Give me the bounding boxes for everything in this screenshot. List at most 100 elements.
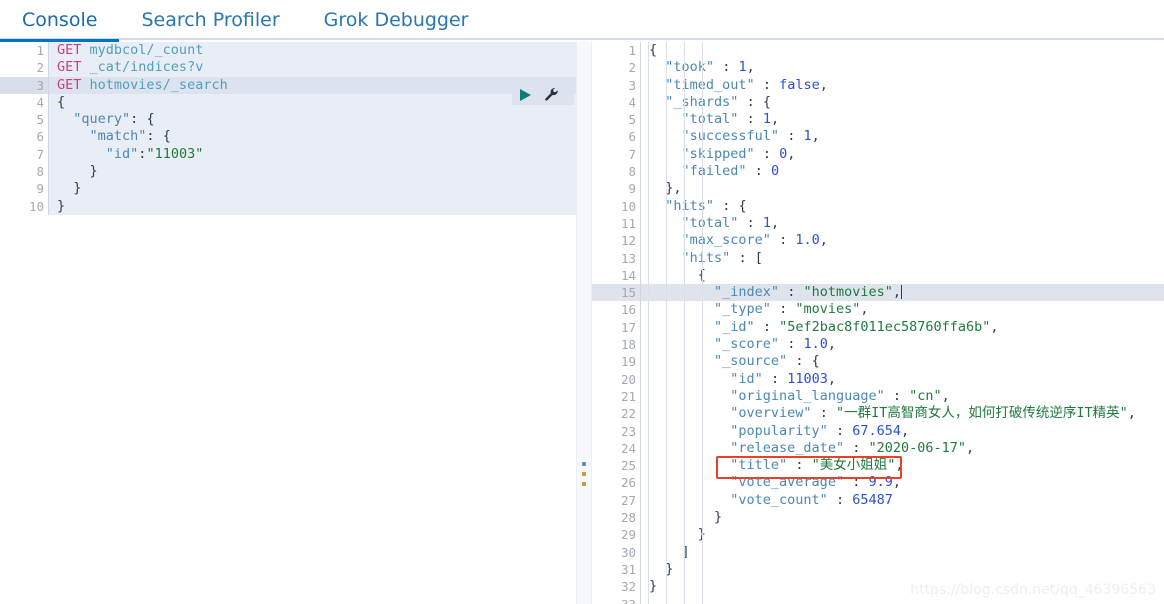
code-line[interactable]: 26 "vote_average" : 9.9,: [592, 474, 1164, 492]
code-line[interactable]: 7 "id":"11003": [0, 145, 576, 164]
code-line[interactable]: 4{: [0, 93, 576, 112]
code-text[interactable]: },: [640, 180, 1164, 198]
code-line[interactable]: 16 "_type" : "movies",: [592, 301, 1164, 319]
code-line[interactable]: 29 }: [592, 526, 1164, 544]
response-pane[interactable]: 1{2 "took" : 1,3 "timed_out" : false,4 "…: [592, 42, 1164, 604]
code-text[interactable]: "id":"11003": [48, 145, 576, 164]
code-text[interactable]: "_id" : "5ef2bac8f011ec58760ffa6b",: [640, 318, 1164, 337]
code-line[interactable]: 4 "_shards" : {: [592, 93, 1164, 112]
code-text[interactable]: "hits" : [: [640, 249, 1164, 267]
code-line[interactable]: 22 "overview" : "一群IT高智商女人，如何打破传统逆序IT精英"…: [592, 405, 1164, 423]
code-text[interactable]: }: [48, 163, 576, 181]
code-text[interactable]: GET mydbcol/_count: [48, 42, 576, 60]
code-line[interactable]: 1{: [592, 42, 1164, 60]
code-line[interactable]: 9 }: [0, 180, 576, 198]
code-text[interactable]: "query": {: [48, 111, 576, 129]
code-text[interactable]: ]: [640, 543, 1164, 561]
code-line[interactable]: 7 "skipped" : 0,: [592, 145, 1164, 164]
code-line[interactable]: 12 "max_score" : 1.0,: [592, 232, 1164, 250]
code-line[interactable]: 25 "title" : "美女小姐姐",: [592, 457, 1164, 475]
pane-splitter[interactable]: [576, 42, 592, 604]
code-line[interactable]: 6 "successful" : 1,: [592, 128, 1164, 146]
code-text[interactable]: }: [48, 197, 576, 215]
line-number: 16: [620, 302, 636, 318]
code-text[interactable]: "overview" : "一群IT高智商女人，如何打破传统逆序IT精英",: [640, 405, 1164, 423]
code-text[interactable]: "successful" : 1,: [640, 128, 1164, 146]
code-text[interactable]: }: [48, 180, 576, 198]
request-editor[interactable]: 1 GET mydbcol/_count 2 GET _cat/indices?v 3 G…: [0, 42, 576, 604]
code-text[interactable]: "vote_count" : 65487: [640, 491, 1164, 510]
code-text[interactable]: }: [640, 526, 1164, 544]
code-line[interactable]: 2 GET _cat/indices?v: [0, 59, 576, 77]
response-editor[interactable]: 1{2 "took" : 1,3 "timed_out" : false,4 "…: [592, 42, 1164, 604]
line-number: 8: [36, 164, 62, 180]
code-line[interactable]: 2 "took" : 1,: [592, 59, 1164, 77]
code-line[interactable]: 10 "hits" : {: [592, 197, 1164, 215]
code-line[interactable]: 13 "hits" : [: [592, 249, 1164, 267]
line-number: 6: [36, 129, 62, 145]
code-text[interactable]: "match": {: [48, 128, 576, 146]
code-text[interactable]: }: [640, 509, 1164, 527]
code-line[interactable]: 8 }: [0, 163, 576, 181]
code-text[interactable]: {: [48, 93, 576, 112]
code-text[interactable]: "_source" : {: [640, 353, 1164, 371]
code-line[interactable]: 20 "id" : 11003,: [592, 370, 1164, 388]
code-line[interactable]: 24 "release_date" : "2020-06-17",: [592, 439, 1164, 458]
code-text[interactable]: "id" : 11003,: [640, 370, 1164, 388]
code-line[interactable]: 11 "total" : 1,: [592, 214, 1164, 233]
code-line[interactable]: 6 "match": {: [0, 128, 576, 146]
wrench-icon[interactable]: [544, 87, 559, 102]
code-text[interactable]: "original_language" : "cn",: [640, 387, 1164, 406]
code-text[interactable]: "_shards" : {: [640, 93, 1164, 112]
code-text[interactable]: "_score" : 1.0,: [640, 336, 1164, 354]
splitter-drag-handle[interactable]: [581, 462, 587, 486]
code-line[interactable]: 15 "_index" : "hotmovies",: [592, 284, 1164, 302]
code-line[interactable]: 8 "failed" : 0: [592, 163, 1164, 181]
code-line[interactable]: 21 "original_language" : "cn",: [592, 387, 1164, 406]
indent-guide: [684, 42, 685, 604]
code-line[interactable]: 5 "total" : 1,: [592, 111, 1164, 129]
code-line[interactable]: 1 GET mydbcol/_count: [0, 42, 576, 60]
line-number: 9: [628, 181, 654, 197]
code-text[interactable]: "total" : 1,: [640, 214, 1164, 233]
tab-grok-debugger[interactable]: Grok Debugger: [302, 0, 491, 40]
line-number: 21: [620, 388, 636, 404]
code-text[interactable]: GET _cat/indices?v: [48, 59, 576, 77]
code-line[interactable]: 19 "_source" : {: [592, 353, 1164, 371]
code-line[interactable]: 30 ]: [592, 543, 1164, 561]
tab-console[interactable]: Console: [0, 0, 120, 42]
code-text[interactable]: "release_date" : "2020-06-17",: [640, 439, 1164, 458]
code-text[interactable]: GET hotmovies/_search: [48, 76, 576, 94]
tab-search-profiler[interactable]: Search Profiler: [119, 0, 301, 40]
code-text[interactable]: "total" : 1,: [640, 111, 1164, 129]
code-line[interactable]: 3 "timed_out" : false,: [592, 76, 1164, 94]
code-text[interactable]: {: [640, 266, 1164, 285]
code-text[interactable]: "vote_average" : 9.9,: [640, 474, 1164, 492]
code-line[interactable]: 17 "_id" : "5ef2bac8f011ec58760ffa6b",: [592, 318, 1164, 337]
code-line[interactable]: 28 }: [592, 509, 1164, 527]
code-text[interactable]: "max_score" : 1.0,: [640, 232, 1164, 250]
code-line[interactable]: 5 "query": {: [0, 111, 576, 129]
code-text[interactable]: "took" : 1,: [640, 59, 1164, 77]
code-text[interactable]: "_index" : "hotmovies",: [640, 284, 1164, 302]
request-pane[interactable]: 1 GET mydbcol/_count 2 GET _cat/indices?v 3 G…: [0, 42, 576, 604]
code-text[interactable]: "title" : "美女小姐姐",: [640, 457, 1164, 475]
code-line[interactable]: 27 "vote_count" : 65487: [592, 491, 1164, 510]
code-text[interactable]: "skipped" : 0,: [640, 145, 1164, 164]
code-text[interactable]: "timed_out" : false,: [640, 76, 1164, 94]
code-text[interactable]: "failed" : 0: [640, 163, 1164, 181]
code-text[interactable]: "hits" : {: [640, 197, 1164, 215]
line-number: 3: [0, 76, 48, 94]
code-line[interactable]: 31 }: [592, 560, 1164, 579]
code-line[interactable]: 3 GET hotmovies/_search: [0, 76, 576, 94]
play-triangle-icon[interactable]: [518, 88, 532, 102]
code-line[interactable]: 10}: [0, 197, 576, 215]
code-text[interactable]: "_type" : "movies",: [640, 301, 1164, 319]
code-line[interactable]: 9 },: [592, 180, 1164, 198]
code-line[interactable]: 14 {: [592, 266, 1164, 285]
code-text[interactable]: "popularity" : 67.654,: [640, 422, 1164, 440]
code-line[interactable]: 18 "_score" : 1.0,: [592, 336, 1164, 354]
code-text[interactable]: }: [640, 560, 1164, 579]
code-line[interactable]: 23 "popularity" : 67.654,: [592, 422, 1164, 440]
code-text[interactable]: {: [640, 42, 1164, 60]
